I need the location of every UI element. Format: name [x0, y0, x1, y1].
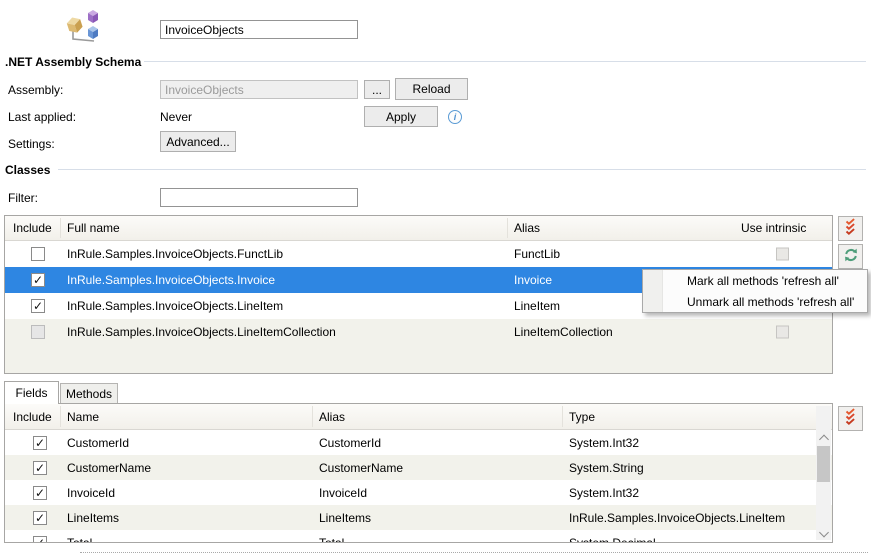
- field-type: System.Decimal: [569, 536, 656, 544]
- field-name: LineItems: [67, 511, 119, 525]
- class-alias: LineItemCollection: [514, 325, 613, 339]
- table-row[interactable]: ✓ InvoiceId InvoiceId System.Int32: [5, 480, 832, 505]
- last-applied-value: Never: [160, 110, 192, 124]
- apply-button[interactable]: Apply: [364, 106, 438, 127]
- classes-table-header: Include Full name Alias Use intrinsic: [5, 216, 832, 241]
- filter-label: Filter:: [8, 191, 38, 205]
- include-checkbox-disabled: [31, 325, 45, 339]
- red-check-all-icon: [843, 218, 859, 239]
- filter-input[interactable]: [160, 188, 358, 207]
- include-checkbox[interactable]: ✓: [33, 436, 47, 450]
- include-checkbox[interactable]: ✓: [33, 486, 47, 500]
- scrollbar-thumb[interactable]: [817, 446, 830, 482]
- class-alias: LineItem: [514, 299, 560, 313]
- field-type: System.String: [569, 461, 644, 475]
- menu-item-mark-all[interactable]: Mark all methods 'refresh all': [643, 271, 867, 292]
- include-checkbox[interactable]: [31, 247, 45, 261]
- mark-all-button[interactable]: [838, 216, 863, 241]
- assembly-section-title: .NET Assembly Schema: [5, 55, 141, 69]
- field-type: System.Int32: [569, 486, 639, 500]
- field-alias: InvoiceId: [319, 486, 367, 500]
- browse-button[interactable]: ...: [364, 80, 390, 99]
- column-divider: [60, 218, 61, 238]
- field-name: CustomerName: [67, 461, 151, 475]
- info-icon[interactable]: i: [448, 110, 462, 124]
- column-divider: [312, 406, 313, 427]
- table-row[interactable]: ✓ CustomerName CustomerName System.Strin…: [5, 455, 832, 480]
- table-row[interactable]: InRule.Samples.InvoiceObjects.LineItemCo…: [5, 319, 832, 345]
- column-divider: [562, 406, 563, 427]
- mark-all-fields-button[interactable]: [838, 406, 863, 431]
- field-name: CustomerId: [67, 436, 129, 450]
- include-checkbox[interactable]: ✓: [33, 536, 47, 544]
- use-intrinsic-checkbox: [776, 326, 789, 339]
- field-alias: LineItems: [319, 511, 371, 525]
- context-menu: Mark all methods 'refresh all' Unmark al…: [642, 269, 868, 313]
- include-checkbox[interactable]: ✓: [33, 511, 47, 525]
- table-row[interactable]: ✓ CustomerId CustomerId System.Int32: [5, 430, 832, 455]
- field-alias: CustomerName: [319, 461, 403, 475]
- scroll-down-icon[interactable]: [819, 528, 829, 538]
- settings-label: Settings:: [8, 137, 55, 151]
- class-alias: Invoice: [514, 273, 552, 287]
- refresh-button[interactable]: [838, 244, 863, 269]
- vertical-scrollbar[interactable]: [816, 406, 831, 540]
- class-alias: FunctLib: [514, 247, 560, 261]
- table-empty-area: [5, 345, 832, 374]
- col-header-full-name[interactable]: Full name: [67, 221, 120, 235]
- last-applied-label: Last applied:: [8, 110, 76, 124]
- table-row[interactable]: ✓ LineItems LineItems InRule.Samples.Inv…: [5, 505, 832, 530]
- include-checkbox[interactable]: ✓: [33, 461, 47, 475]
- classes-section-title: Classes: [5, 163, 50, 177]
- assembly-path-input: [160, 80, 358, 99]
- col-header-include[interactable]: Include: [13, 410, 52, 424]
- menu-item-unmark-all[interactable]: Unmark all methods 'refresh all': [643, 292, 867, 313]
- field-alias: CustomerId: [319, 436, 381, 450]
- fields-table-header: Include Name Alias Type: [5, 404, 832, 430]
- col-header-type[interactable]: Type: [569, 410, 595, 424]
- tab-fields[interactable]: Fields: [4, 381, 59, 404]
- class-full-name: InRule.Samples.InvoiceObjects.FunctLib: [67, 247, 283, 261]
- reload-button[interactable]: Reload: [395, 78, 468, 100]
- col-header-alias[interactable]: Alias: [514, 221, 540, 235]
- focus-dotted-line: [80, 552, 868, 553]
- table-row[interactable]: InRule.Samples.InvoiceObjects.FunctLib F…: [5, 241, 832, 267]
- section-divider: [144, 61, 866, 62]
- fields-table: Include Name Alias Type ✓ CustomerId Cus…: [4, 403, 833, 543]
- include-checkbox[interactable]: ✓: [31, 273, 45, 287]
- col-header-name[interactable]: Name: [67, 410, 99, 424]
- section-divider: [58, 169, 866, 170]
- use-intrinsic-checkbox: [776, 248, 789, 261]
- column-divider: [507, 218, 508, 238]
- class-full-name: InRule.Samples.InvoiceObjects.LineItem: [67, 299, 283, 313]
- include-checkbox[interactable]: ✓: [31, 299, 45, 313]
- class-full-name: InRule.Samples.InvoiceObjects.Invoice: [67, 273, 275, 287]
- advanced-button[interactable]: Advanced...: [160, 131, 236, 152]
- field-alias: Total: [319, 536, 344, 544]
- field-name: Total: [67, 536, 92, 544]
- col-header-include[interactable]: Include: [13, 221, 52, 235]
- col-header-alias[interactable]: Alias: [319, 410, 345, 424]
- green-refresh-icon: [843, 247, 859, 266]
- assembly-cubes-icon: [64, 6, 108, 48]
- table-row[interactable]: ✓ Total Total System.Decimal: [5, 530, 832, 543]
- field-type: System.Int32: [569, 436, 639, 450]
- assembly-schema-panel: .NET Assembly Schema Assembly: ... Reloa…: [0, 0, 871, 556]
- assembly-label: Assembly:: [8, 83, 63, 97]
- schema-name-input[interactable]: [160, 20, 358, 39]
- col-header-use-intrinsic[interactable]: Use intrinsic: [741, 221, 806, 235]
- class-full-name: InRule.Samples.InvoiceObjects.LineItemCo…: [67, 325, 336, 339]
- field-name: InvoiceId: [67, 486, 115, 500]
- tab-methods[interactable]: Methods: [60, 383, 118, 404]
- red-check-all-icon: [843, 408, 859, 429]
- field-type: InRule.Samples.InvoiceObjects.LineItem: [569, 511, 785, 525]
- scroll-up-icon[interactable]: [819, 435, 829, 445]
- column-divider: [60, 406, 61, 427]
